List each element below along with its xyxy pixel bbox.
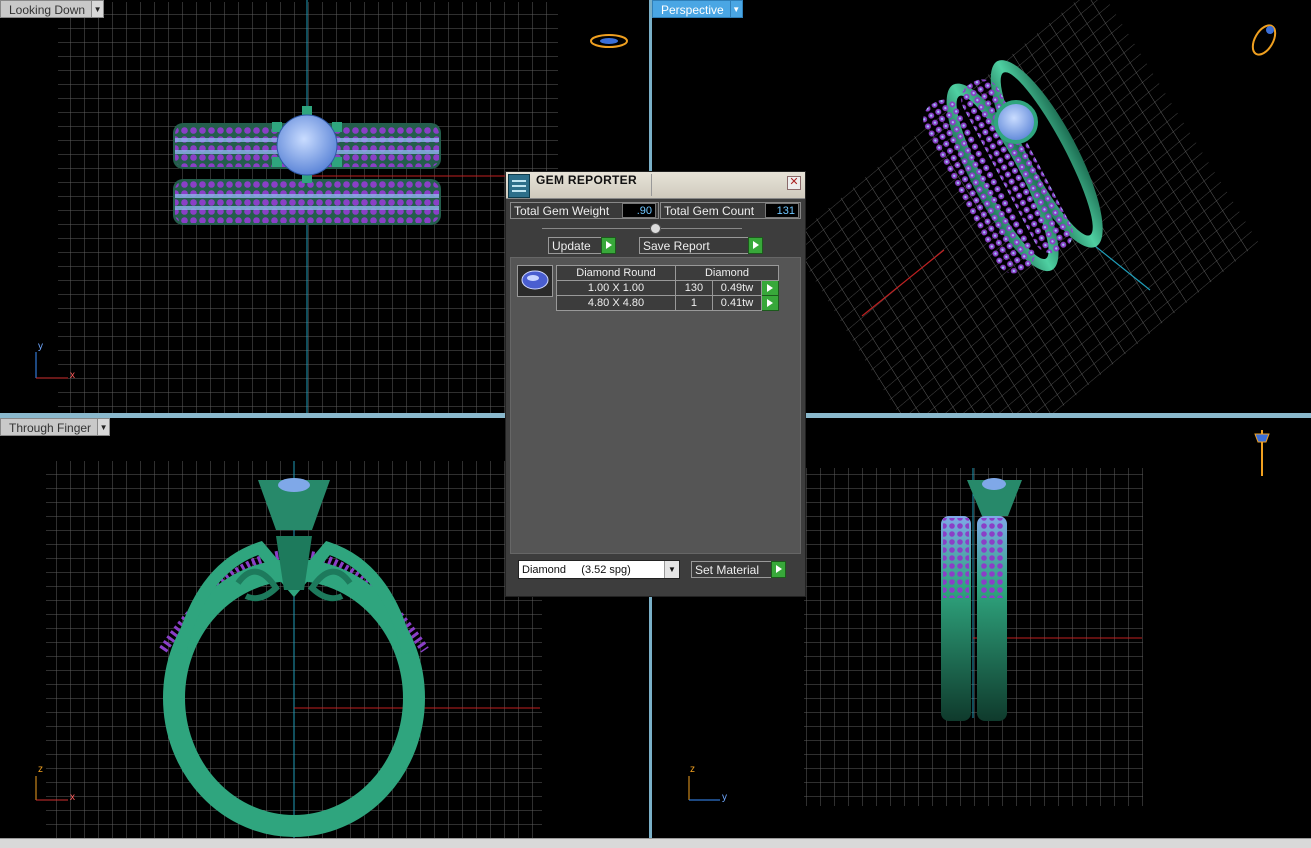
splitter-handle[interactable]	[650, 223, 661, 234]
play-icon[interactable]	[771, 561, 786, 578]
axis-x-label: x	[70, 370, 75, 381]
total-gem-count-value: 131	[765, 203, 799, 218]
chevron-down-icon[interactable]: ▼	[664, 561, 679, 578]
diamond-round-icon	[517, 265, 553, 297]
chevron-down-icon[interactable]: ▼	[92, 0, 105, 18]
gem-weight-cell: 0.49tw	[711, 280, 763, 296]
gem-table-header: Diamond Round Diamond	[556, 265, 779, 281]
total-gem-weight-text: Total Gem Weight	[514, 204, 610, 218]
title-separator	[651, 174, 652, 196]
gem-reporter-panel[interactable]: GEM REPORTER ✕ Total Gem Weight .90 Tota…	[505, 171, 806, 597]
gem-table: Diamond Round Diamond 1.00 X 1.00 130 0.…	[556, 265, 779, 311]
axis-z-label: z	[690, 764, 695, 775]
view-label-perspective[interactable]: Perspective ▼	[652, 0, 743, 18]
gem-weight-cell: 0.41tw	[711, 295, 763, 311]
column-header-cut: Diamond Round	[556, 265, 676, 281]
gem-count-cell: 1	[675, 295, 713, 311]
axis-y-label: y	[38, 341, 43, 352]
gem-reporter-titlebar[interactable]: GEM REPORTER ✕	[506, 172, 805, 199]
play-icon[interactable]	[761, 295, 779, 311]
gem-list[interactable]: Diamond Round Diamond 1.00 X 1.00 130 0.…	[510, 257, 801, 554]
table-row[interactable]: 1.00 X 1.00 130 0.49tw	[556, 280, 779, 296]
material-select[interactable]: Diamond (3.52 spg) ▼	[518, 560, 680, 579]
play-icon[interactable]	[761, 280, 779, 296]
total-gem-count-text: Total Gem Count	[664, 204, 755, 218]
chevron-down-icon[interactable]: ▼	[730, 0, 743, 18]
panel-splitter	[542, 228, 742, 229]
axis-x-label: x	[70, 792, 75, 803]
update-button[interactable]: Update	[548, 237, 616, 254]
play-icon[interactable]	[601, 237, 616, 254]
view-name[interactable]: Perspective	[652, 0, 731, 18]
view-label-through-finger[interactable]: Through Finger ▼	[0, 418, 111, 436]
update-button-label: Update	[552, 239, 591, 253]
axis-y-label: y	[722, 792, 727, 803]
gem-size-cell: 4.80 X 4.80	[556, 295, 676, 311]
material-select-value: Diamond (3.52 spg)	[522, 564, 631, 576]
gem-stats-row: Total Gem Weight .90 Total Gem Count 131	[510, 202, 801, 220]
gem-count-cell: 130	[675, 280, 713, 296]
set-material-button[interactable]: Set Material	[691, 561, 786, 578]
chevron-down-icon[interactable]: ▼	[98, 418, 111, 436]
axis-z-label: z	[38, 764, 43, 775]
view-label-looking-down[interactable]: Looking Down ▼	[0, 0, 105, 18]
play-icon[interactable]	[748, 237, 763, 254]
total-gem-weight-value: .90	[622, 203, 656, 218]
save-report-button-label: Save Report	[643, 239, 710, 253]
close-icon[interactable]: ✕	[787, 176, 801, 190]
set-material-button-label: Set Material	[695, 563, 760, 577]
gem-reporter-title: GEM REPORTER	[536, 173, 637, 187]
table-row[interactable]: 4.80 X 4.80 1 0.41tw	[556, 295, 779, 311]
view-name[interactable]: Looking Down	[0, 0, 93, 18]
view-name[interactable]: Through Finger	[0, 418, 99, 436]
gem-reporter-app-icon	[508, 174, 530, 198]
gem-size-cell: 1.00 X 1.00	[556, 280, 676, 296]
column-header-material: Diamond	[675, 265, 779, 281]
save-report-button[interactable]: Save Report	[639, 237, 763, 254]
